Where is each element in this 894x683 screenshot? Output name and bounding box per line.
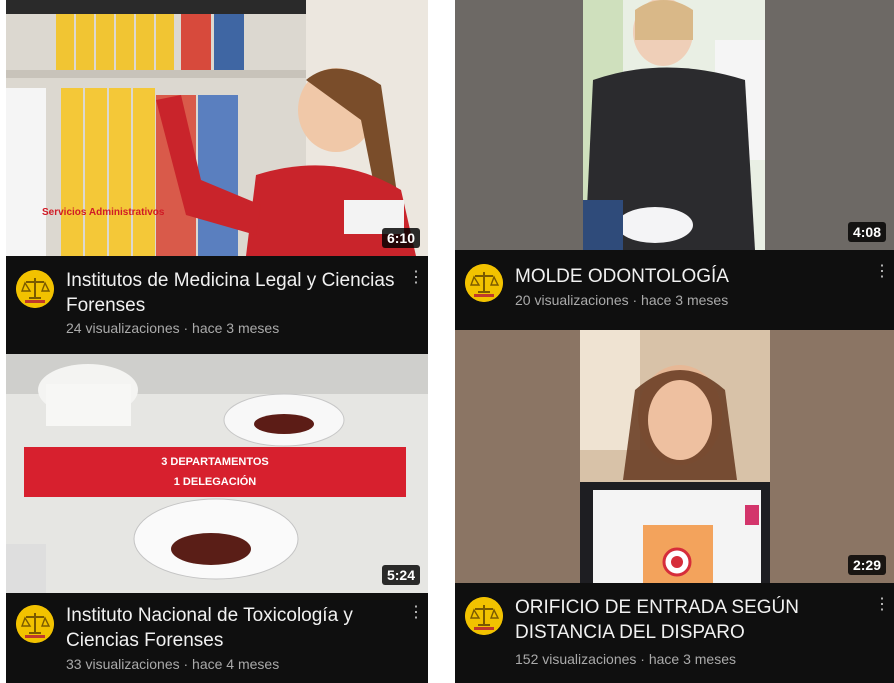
thumbnail-image	[455, 330, 894, 583]
channel-avatar[interactable]	[465, 597, 503, 635]
banner-line: 1 DELEGACIÓN	[173, 476, 257, 488]
banner-line: 3 DEPARTAMENTOS	[161, 456, 269, 468]
scales-of-justice-icon	[16, 605, 54, 643]
video-duration: 4:08	[847, 222, 886, 242]
video-thumbnail[interactable]: 4:08	[455, 0, 894, 250]
thumbnail-image	[455, 0, 894, 250]
video-title[interactable]: ORIFICIO DE ENTRADA SEGÚN DISTANCIA DEL …	[515, 595, 864, 645]
video-duration: 5:24	[381, 565, 420, 585]
video-stats: 20 visualizaciones · hace 3 meses	[515, 292, 729, 308]
channel-avatar[interactable]	[465, 264, 503, 302]
video-title[interactable]: MOLDE ODONTOLOGÍA	[515, 264, 864, 289]
more-vert-icon[interactable]: ⋮	[408, 605, 424, 621]
thumbnail-overlay-text: Servicios Administrativos	[42, 207, 165, 218]
more-vert-icon[interactable]: ⋮	[874, 597, 890, 613]
scales-of-justice-icon	[465, 264, 503, 302]
video-title[interactable]: Institutos de Medicina Legal y Ciencias …	[66, 268, 398, 318]
video-column-right: 4:08 MOLDE ODONTOLOGÍA 20 visualizacione…	[455, 0, 894, 683]
video-stats: 33 visualizaciones · hace 4 meses	[66, 656, 280, 672]
video-duration: 2:29	[847, 555, 886, 575]
video-meta: ORIFICIO DE ENTRADA SEGÚN DISTANCIA DEL …	[455, 583, 894, 683]
channel-avatar[interactable]	[16, 605, 54, 643]
more-vert-icon[interactable]: ⋮	[408, 270, 424, 286]
channel-avatar[interactable]	[16, 270, 54, 308]
video-stats: 24 visualizaciones · hace 3 meses	[66, 320, 280, 336]
video-meta: Institutos de Medicina Legal y Ciencias …	[6, 256, 428, 354]
scales-of-justice-icon	[465, 597, 503, 635]
video-thumbnail[interactable]: Servicios Administrativos 6:10	[6, 0, 428, 256]
video-title[interactable]: Instituto Nacional de Toxicología y Cien…	[66, 603, 398, 653]
video-meta: MOLDE ODONTOLOGÍA 20 visualizaciones · h…	[455, 250, 894, 330]
video-meta: Instituto Nacional de Toxicología y Cien…	[6, 593, 428, 683]
video-duration: 6:10	[381, 228, 420, 248]
video-thumbnail[interactable]: 2:29	[455, 330, 894, 583]
video-stats: 152 visualizaciones · hace 3 meses	[515, 651, 737, 667]
scales-of-justice-icon	[16, 270, 54, 308]
video-column-left: Servicios Administrativos 6:10 Instituto…	[6, 0, 428, 683]
more-vert-icon[interactable]: ⋮	[874, 264, 890, 280]
thumbnail-banner: 3 DEPARTAMENTOS 1 DELEGACIÓN	[24, 447, 406, 497]
video-thumbnail[interactable]: 3 DEPARTAMENTOS 1 DELEGACIÓN 5:24	[6, 354, 428, 593]
